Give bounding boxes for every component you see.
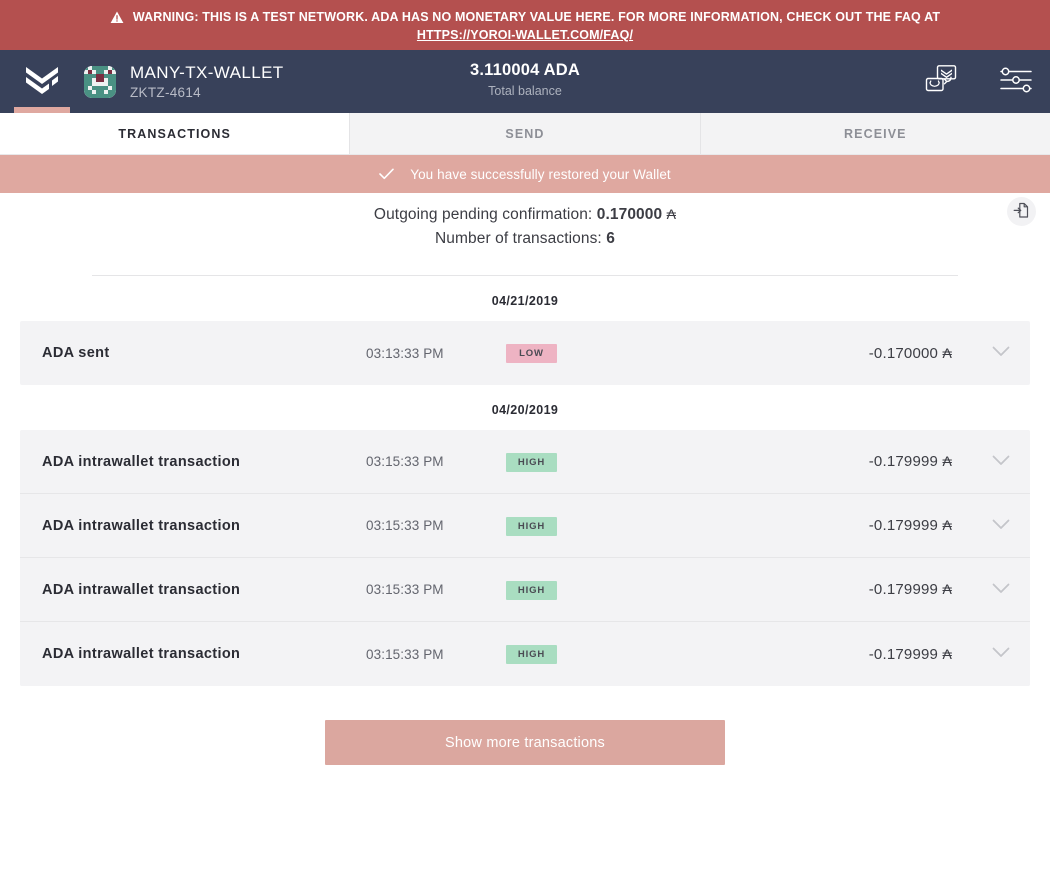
table-row[interactable]: ADA intrawallet transaction 03:15:33 PM …	[20, 622, 1030, 686]
ada-symbol: ₳	[942, 517, 952, 533]
date-header: 04/21/2019	[491, 294, 559, 308]
ada-symbol: ₳	[942, 344, 952, 361]
transaction-amount: -0.170000 ₳	[781, 345, 962, 362]
warning-message: WARNING: THIS IS A TEST NETWORK. ADA HAS…	[132, 9, 941, 24]
restore-success-notification: You have successfully restored your Wall…	[0, 155, 1050, 193]
amount-value: -0.179999	[868, 453, 939, 470]
wallet-identicon-icon	[84, 65, 116, 98]
wallet-plate-id: ZKTZ-4614	[130, 85, 201, 100]
show-more-transactions-button[interactable]: Show more transactions	[325, 720, 725, 765]
show-more-container: Show more transactions	[20, 686, 1030, 765]
pending-label: Outgoing pending confirmation:	[373, 206, 593, 223]
ada-symbol: ₳	[942, 581, 952, 597]
pending-value: 0.170000	[596, 206, 663, 223]
expand-row-button[interactable]	[962, 453, 1010, 471]
transaction-status-cell: HIGH	[461, 452, 781, 472]
amount-value: -0.179999	[868, 645, 939, 663]
transaction-status-cell: HIGH	[461, 580, 781, 600]
export-file-icon	[1013, 202, 1030, 222]
settings-button[interactable]	[1000, 67, 1032, 96]
expand-row-button[interactable]	[962, 517, 1010, 535]
status-badge: LOW	[506, 344, 557, 363]
export-transactions-button[interactable]	[1007, 197, 1036, 226]
table-row[interactable]: ADA intrawallet transaction 03:15:33 PM …	[20, 494, 1030, 558]
table-row[interactable]: ADA intrawallet transaction 03:15:33 PM …	[20, 558, 1030, 622]
ada-symbol: ₳	[942, 645, 952, 662]
status-badge: HIGH	[506, 645, 557, 664]
status-badge: HIGH	[506, 516, 557, 536]
wallet-name: MANY-TX-WALLET	[130, 63, 284, 82]
switch-wallet-icon	[924, 64, 962, 99]
transaction-amount: -0.179999 ₳	[781, 517, 962, 534]
transaction-status-cell: HIGH	[461, 516, 781, 536]
wallet-tabs: TRANSACTIONS SEND RECEIVE	[0, 113, 1050, 155]
transaction-time: 03:15:33 PM	[366, 518, 444, 533]
table-row[interactable]: ADA sent 03:13:33 PM LOW -0.170000 ₳	[20, 321, 1030, 385]
chevron-down-icon	[992, 344, 1010, 362]
transaction-type: ADA intrawallet transaction	[42, 646, 241, 662]
transactions-page: Outgoing pending confirmation: 0.170000 …	[0, 193, 1050, 765]
transaction-status-cell: LOW	[461, 343, 781, 363]
status-badge: HIGH	[506, 580, 557, 600]
pending-confirmation-line: Outgoing pending confirmation: 0.170000 …	[0, 202, 1050, 227]
ada-symbol: ₳	[942, 453, 952, 469]
switch-wallet-button[interactable]	[924, 64, 962, 99]
tab-transactions[interactable]: TRANSACTIONS	[0, 113, 351, 154]
transaction-type: ADA intrawallet transaction	[42, 581, 241, 598]
test-network-warning-banner: WARNING: THIS IS A TEST NETWORK. ADA HAS…	[0, 0, 1050, 50]
check-icon	[379, 168, 395, 180]
transaction-type: ADA sent	[42, 345, 110, 361]
wallet-name-block: MANY-TX-WALLET ZKTZ-4614	[130, 62, 284, 101]
warning-triangle-icon	[110, 11, 124, 24]
transaction-time: 03:15:33 PM	[366, 646, 444, 662]
active-tab-accent-bar	[14, 107, 70, 113]
faq-link[interactable]: HTTPS://YOROI-WALLET.COM/FAQ/	[417, 26, 633, 44]
yoroi-logo[interactable]	[0, 50, 84, 113]
navbar-actions	[924, 50, 1032, 113]
table-row[interactable]: ADA intrawallet transaction 03:15:33 PM …	[20, 430, 1030, 494]
settings-sliders-icon	[1000, 67, 1032, 96]
transaction-status-cell: HIGH	[461, 644, 781, 664]
transaction-time: 03:15:33 PM	[366, 454, 444, 469]
tab-send[interactable]: SEND	[350, 113, 701, 154]
warning-text-row: WARNING: THIS IS A TEST NETWORK. ADA HAS…	[110, 9, 940, 26]
transaction-type: ADA intrawallet transaction	[42, 453, 241, 470]
transaction-amount: -0.179999 ₳	[781, 581, 962, 598]
transaction-time: 03:13:33 PM	[366, 345, 444, 361]
expand-row-button[interactable]	[962, 645, 1010, 663]
expand-row-button[interactable]	[962, 344, 1010, 362]
transactions-summary: Outgoing pending confirmation: 0.170000 …	[0, 202, 1050, 251]
chevron-down-icon	[992, 453, 1010, 471]
transaction-group: ADA sent 03:13:33 PM LOW -0.170000 ₳	[20, 321, 1030, 385]
transaction-amount: -0.179999 ₳	[781, 453, 962, 470]
count-label: Number of transactions:	[435, 230, 602, 247]
chevron-down-icon	[992, 581, 1010, 599]
top-navbar: MANY-TX-WALLET ZKTZ-4614 3.110004 ADA To…	[0, 50, 1050, 113]
count-value: 6	[606, 230, 615, 247]
transaction-group: ADA intrawallet transaction 03:15:33 PM …	[20, 430, 1030, 686]
amount-value: -0.170000	[868, 344, 939, 362]
transaction-time: 03:15:33 PM	[366, 582, 444, 597]
chevron-down-icon	[992, 645, 1010, 663]
amount-value: -0.179999	[868, 517, 939, 534]
notification-message: You have successfully restored your Wall…	[410, 166, 671, 182]
wallet-summary[interactable]: MANY-TX-WALLET ZKTZ-4614	[84, 62, 284, 101]
tab-receive[interactable]: RECEIVE	[700, 113, 1050, 154]
transaction-list: 04/21/2019 ADA sent 03:13:33 PM LOW -0.1…	[0, 276, 1050, 765]
transaction-type: ADA intrawallet transaction	[42, 517, 241, 534]
yoroi-logo-icon	[26, 67, 58, 94]
transaction-amount: -0.179999 ₳	[781, 646, 962, 663]
ada-symbol: ₳	[666, 206, 677, 222]
status-badge: HIGH	[506, 452, 557, 472]
transaction-count-line: Number of transactions: 6	[0, 227, 1050, 251]
chevron-down-icon	[992, 517, 1010, 535]
date-header: 04/20/2019	[491, 403, 559, 417]
expand-row-button[interactable]	[962, 581, 1010, 599]
amount-value: -0.179999	[868, 581, 939, 598]
